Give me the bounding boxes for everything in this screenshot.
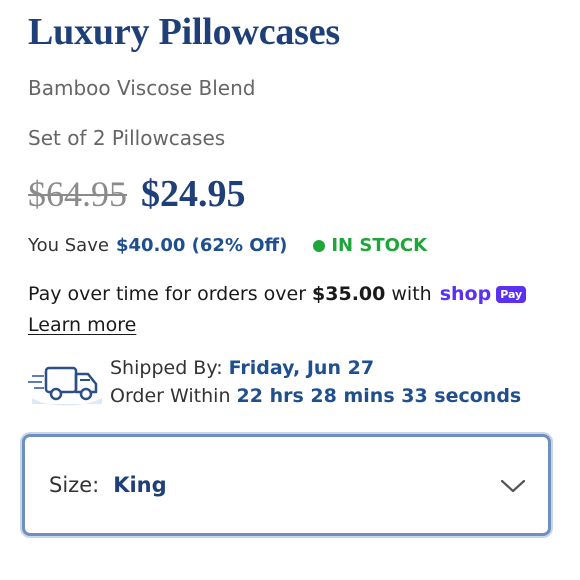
shipped-by-label: Shipped By: bbox=[110, 357, 223, 379]
learn-more-link[interactable]: Learn more bbox=[28, 314, 136, 336]
order-countdown: 22 hrs 28 mins 33 seconds bbox=[236, 385, 522, 407]
sale-price: $24.95 bbox=[141, 173, 246, 215]
size-select[interactable]: Size: King bbox=[22, 434, 551, 536]
order-within-label: Order Within bbox=[110, 385, 231, 407]
original-price: $64.95 bbox=[28, 174, 127, 214]
shop-pay-badge: Pay bbox=[496, 285, 527, 303]
shop-pay-logo: shop bbox=[439, 283, 492, 305]
shipped-by-line: Shipped By: Friday, Jun 27 bbox=[110, 354, 521, 382]
size-select-label: Size: bbox=[49, 473, 100, 497]
price-row: $64.95 $24.95 bbox=[28, 172, 246, 216]
stock-status: IN STOCK bbox=[331, 235, 428, 256]
size-select-value: King bbox=[113, 473, 167, 497]
product-set-info: Set of 2 Pillowcases bbox=[28, 126, 226, 150]
shipping-text: Shipped By: Friday, Jun 27 Order Within … bbox=[110, 354, 521, 410]
shipping-info: Shipped By: Friday, Jun 27 Order Within … bbox=[28, 354, 521, 410]
pay-text-after: with bbox=[391, 283, 432, 305]
chevron-down-icon bbox=[500, 479, 526, 493]
pay-threshold: $35.00 bbox=[312, 283, 386, 305]
stock-status-dot-icon bbox=[313, 239, 326, 252]
product-material: Bamboo Viscose Blend bbox=[28, 76, 256, 100]
shipped-by-date: Friday, Jun 27 bbox=[228, 357, 375, 379]
savings-label: You Save bbox=[28, 235, 109, 256]
pay-over-time-row: Pay over time for orders over $35.00 wit… bbox=[28, 283, 527, 305]
order-within-line: Order Within 22 hrs 28 mins 33 seconds bbox=[110, 382, 521, 410]
product-title: Luxury Pillowcases bbox=[28, 11, 341, 53]
savings-amount: $40.00 (62% Off) bbox=[115, 235, 288, 256]
savings-row: You Save $40.00 (62% Off) IN STOCK bbox=[28, 235, 427, 256]
delivery-truck-icon bbox=[28, 366, 102, 406]
pay-text-before: Pay over time for orders over bbox=[28, 283, 307, 305]
